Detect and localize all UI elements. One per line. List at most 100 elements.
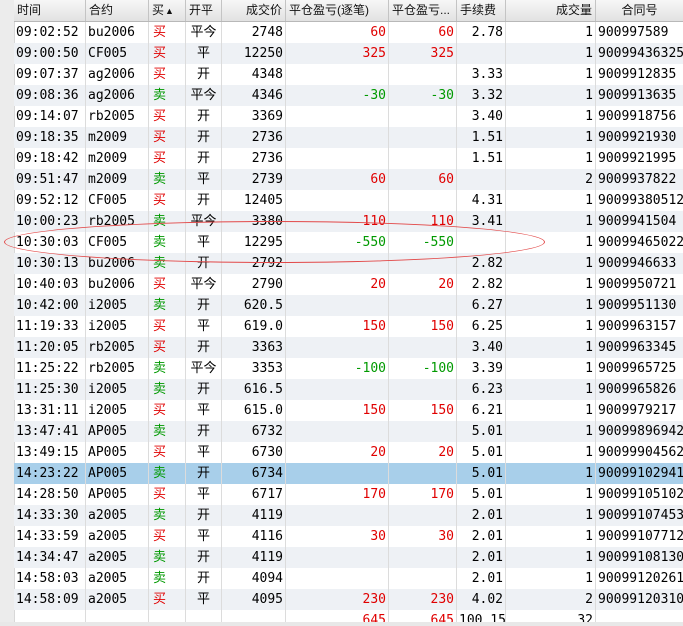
cell-pnl2: 150	[389, 400, 457, 421]
cell-price: 6732	[222, 421, 286, 442]
cell-price: 619.0	[222, 316, 286, 337]
cell-oc: 开	[186, 337, 222, 358]
column-header-time[interactable]: 时间	[14, 0, 86, 21]
cell-pnl2	[389, 64, 457, 85]
cell-contract: m2009	[86, 169, 149, 190]
cell-oc: 开	[186, 127, 222, 148]
cell-id: 9009963345	[598, 340, 677, 355]
cell-time: 09:18:42	[14, 148, 86, 169]
table-row[interactable]: 09:18:42 m2009 买开 2736 1.51 1 9009921995	[14, 148, 683, 169]
table-row[interactable]: 14:33:59 a2005 买平 4116 30 30 2.01 1 90099107712	[14, 526, 683, 547]
cell-qty: 1	[506, 526, 596, 547]
column-header-label: 平仓盈亏...	[392, 3, 451, 17]
cell-fee: 5.01	[457, 442, 506, 463]
cell-side: 卖	[149, 169, 186, 190]
table-row[interactable]: 11:20:05 rb2005 买开 3363 3.40 1 9009963345	[14, 337, 683, 358]
column-header-contract-number[interactable]: 合同号	[596, 0, 683, 21]
table-row[interactable]: 14:58:09 a2005 买平 4095 230 230 4.02 2 9009912031…	[14, 589, 683, 610]
cell-qty: 1	[506, 106, 596, 127]
cell-price: 2790	[222, 274, 286, 295]
cell-fee	[457, 232, 506, 253]
table-row[interactable]: 09:51:47 m2009 卖平 2739 60 60 2 9009937822	[14, 169, 683, 190]
table-row[interactable]: 10:30:03 CF005 卖平 12295 -550 -550 1 90099465022	[14, 232, 683, 253]
table-row[interactable]: 14:23:22 AP005 卖开 6734 5.01 1 90099102941	[14, 463, 683, 484]
column-header-quantity[interactable]: 成交量	[506, 0, 596, 21]
cell-pnl2: -100	[389, 358, 457, 379]
column-header-fee[interactable]: 手续费	[457, 0, 506, 21]
table-row[interactable]: 10:30:13 bu2006 卖开 2792 2.82 1 9009946633	[14, 253, 683, 274]
cell-side: 买	[149, 337, 186, 358]
table-row[interactable]: 09:00:50 CF005 买平 12250 325 325 1 90099436325	[14, 43, 683, 64]
trade-records-table[interactable]: 时间 合约 买▲ 开平 成交价 平仓盈亏(逐笔) 平仓盈亏... 手续费 成交量…	[14, 0, 683, 626]
table-row[interactable]: 09:07:37 ag2006 买开 4348 3.33 1 9009912835	[14, 64, 683, 85]
table-row[interactable]: 09:02:52 bu2006 买平今 2748 60 60 2.78 1 900997589	[14, 22, 683, 43]
cell-id: 9009913635	[598, 88, 677, 103]
cell-contract: a2005	[86, 526, 149, 547]
cell-time: 11:25:22	[14, 358, 86, 379]
cell-fee: 5.01	[457, 421, 506, 442]
table-row[interactable]: 13:31:11 i2005 买平 615.0 150 150 6.21 1 900997921…	[14, 400, 683, 421]
table-row[interactable]: 11:25:30 i2005 卖开 616.5 6.23 1 9009965826	[14, 379, 683, 400]
cell-time: 10:42:00	[14, 295, 86, 316]
cell-price: 616.5	[222, 379, 286, 400]
cell-oc: 平	[186, 400, 222, 421]
column-header-contract[interactable]: 合约	[86, 0, 149, 21]
table-row[interactable]: 09:18:35 m2009 买开 2736 1.51 1 9009921930	[14, 127, 683, 148]
table-row[interactable]: 14:58:03 a2005 卖开 4094 2.01 1 90099120261	[14, 568, 683, 589]
cell-id: 90099904562	[598, 445, 683, 460]
cell-price: 2748	[222, 22, 286, 43]
cell-price: 6717	[222, 484, 286, 505]
table-row[interactable]: 10:40:03 bu2006 买平今 2790 20 20 2.82 1 9009950721	[14, 274, 683, 295]
column-header-close-pnl-per-trade[interactable]: 平仓盈亏(逐笔)	[286, 0, 389, 21]
cell-contract: CF005	[86, 232, 149, 253]
cell-fee: 1.51	[457, 127, 506, 148]
cell-fee: 3.32	[457, 85, 506, 106]
table-row[interactable]: 09:14:07 rb2005 买开 3369 3.40 1 9009918756	[14, 106, 683, 127]
cell-fee: 6.27	[457, 295, 506, 316]
horizontal-scrollbar[interactable]	[0, 622, 683, 626]
cell-id: 900997589	[598, 25, 669, 40]
table-row[interactable]: 10:00:23 rb2005 卖平今 3380 110 110 3.41 1 90099415…	[14, 211, 683, 232]
cell-price: 4346	[222, 85, 286, 106]
table-row[interactable]: 09:52:12 CF005 买开 12405 4.31 1 90099380512	[14, 190, 683, 211]
cell-fee: 5.01	[457, 463, 506, 484]
cell-contract: rb2005	[86, 106, 149, 127]
cell-oc: 开	[186, 295, 222, 316]
table-row[interactable]: 14:28:50 AP005 买平 6717 170 170 5.01 1 9009910510…	[14, 484, 683, 505]
cell-pnl2: 230	[389, 589, 457, 610]
cell-qty: 1	[506, 295, 596, 316]
cell-qty: 1	[506, 85, 596, 106]
cell-contract: m2009	[86, 127, 149, 148]
table-row[interactable]: 11:25:22 rb2005 卖平今 3353 -100 -100 3.39 1 900996…	[14, 358, 683, 379]
cell-contract: bu2006	[86, 22, 149, 43]
column-header-price[interactable]: 成交价	[222, 0, 286, 21]
cell-side: 卖	[149, 232, 186, 253]
cell-fee: 2.01	[457, 568, 506, 589]
table-row[interactable]: 14:33:30 a2005 卖开 4119 2.01 1 90099107453	[14, 505, 683, 526]
cell-time: 14:28:50	[14, 484, 86, 505]
cell-fee: 2.01	[457, 547, 506, 568]
cell-fee: 2.01	[457, 526, 506, 547]
table-row[interactable]: 13:47:41 AP005 卖开 6732 5.01 1 90099896942	[14, 421, 683, 442]
cell-oc: 平	[186, 316, 222, 337]
cell-price: 4116	[222, 526, 286, 547]
cell-pnl1: 60	[286, 22, 389, 43]
table-row[interactable]: 10:42:00 i2005 卖开 620.5 6.27 1 9009951130	[14, 295, 683, 316]
table-row[interactable]: 09:08:36 ag2006 卖平今 4346 -30 -30 3.32 1 90099136…	[14, 85, 683, 106]
table-row[interactable]: 13:49:15 AP005 买平 6730 20 20 5.01 1 90099904562	[14, 442, 683, 463]
cell-id: 9009951130	[598, 298, 677, 313]
column-header-label: 时间	[17, 3, 42, 17]
cell-pnl2: 30	[389, 526, 457, 547]
cell-side: 卖	[149, 85, 186, 106]
cell-id: 9009918756	[598, 109, 677, 124]
column-header-side[interactable]: 买▲	[149, 0, 186, 21]
cell-pnl1: -30	[286, 85, 389, 106]
cell-fee: 4.31	[457, 190, 506, 211]
column-header-open-close[interactable]: 开平	[186, 0, 222, 21]
column-header-close-pnl[interactable]: 平仓盈亏...	[389, 0, 457, 21]
cell-contract: CF005	[86, 190, 149, 211]
table-row[interactable]: 14:34:47 a2005 卖开 4119 2.01 1 90099108130	[14, 547, 683, 568]
table-row[interactable]: 11:19:33 i2005 买平 619.0 150 150 6.25 1 900996315…	[14, 316, 683, 337]
cell-fee	[457, 43, 506, 64]
cell-side: 买	[149, 526, 186, 547]
